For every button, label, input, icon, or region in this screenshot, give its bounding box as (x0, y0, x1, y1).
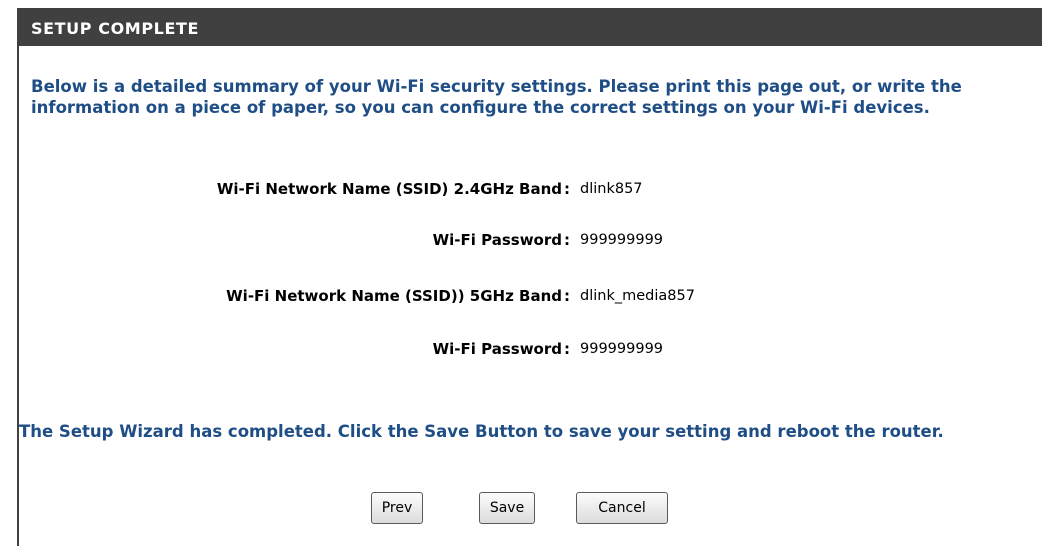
cancel-button[interactable]: Cancel (576, 492, 668, 524)
password-24ghz-row: Wi-Fi Password : 999999999 (19, 231, 1039, 253)
section-header: SETUP COMPLETE (19, 8, 1042, 46)
ssid-24ghz-row: Wi-Fi Network Name (SSID) 2.4GHz Band : … (19, 180, 1039, 202)
save-button[interactable]: Save (479, 492, 535, 524)
password-24ghz-label: Wi-Fi Password (432, 231, 562, 249)
ssid-5ghz-separator: : (564, 287, 570, 305)
ssid-24ghz-label: Wi-Fi Network Name (SSID) 2.4GHz Band (216, 180, 562, 198)
password-24ghz-value: 999999999 (580, 232, 664, 248)
password-5ghz-row: Wi-Fi Password : 999999999 (19, 340, 1039, 362)
ssid-24ghz-separator: : (564, 180, 570, 198)
ssid-24ghz-value: dlink857 (580, 181, 643, 197)
ssid-5ghz-label: Wi-Fi Network Name (SSID)) 5GHz Band (226, 287, 562, 305)
password-5ghz-label: Wi-Fi Password (432, 340, 562, 358)
wizard-complete-message: The Setup Wizard has completed. Click th… (19, 422, 944, 441)
setup-complete-panel: SETUP COMPLETE Below is a detailed summa… (17, 8, 1042, 546)
summary-description: Below is a detailed summary of your Wi-F… (31, 77, 962, 117)
password-5ghz-value: 999999999 (580, 341, 664, 357)
ssid-5ghz-value: dlink_media857 (580, 288, 695, 304)
password-24ghz-separator: : (564, 231, 570, 249)
section-title: SETUP COMPLETE (31, 19, 200, 38)
ssid-5ghz-row: Wi-Fi Network Name (SSID)) 5GHz Band : d… (19, 287, 1039, 309)
prev-button[interactable]: Prev (371, 492, 423, 524)
password-5ghz-separator: : (564, 340, 570, 358)
